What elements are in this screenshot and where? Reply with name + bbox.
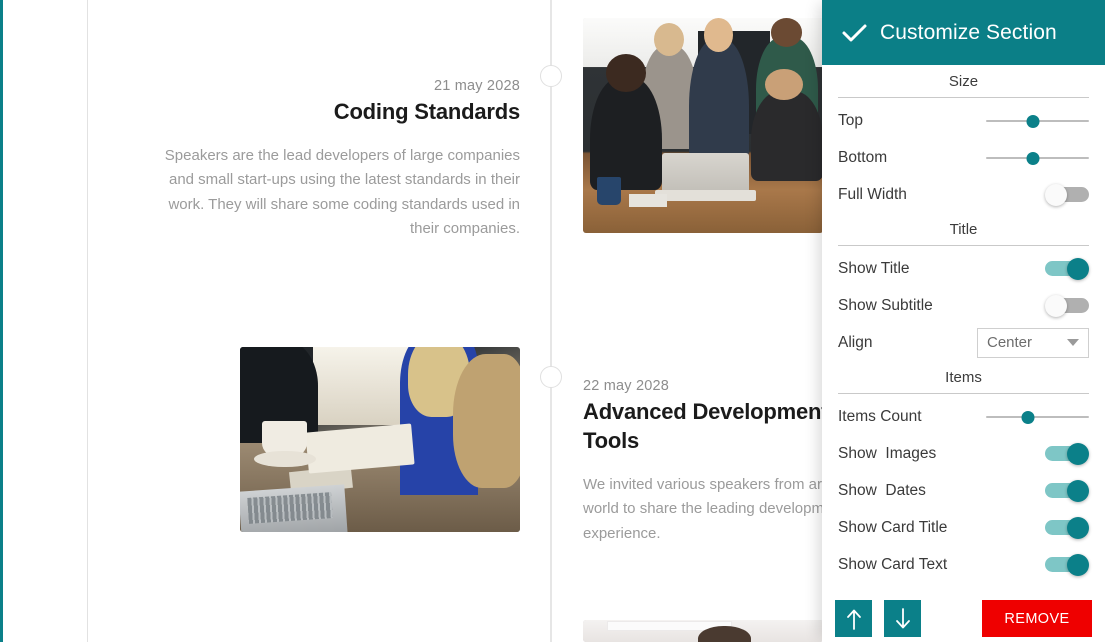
setting-label: Show Dates	[838, 481, 926, 499]
section-label: Size	[948, 73, 979, 90]
app-root: 21 may 2028 Coding Standards Speakers ar…	[0, 0, 1105, 642]
setting-row: Show Card Title	[838, 509, 1089, 546]
align-select-value: Center	[987, 334, 1033, 351]
card-title: Coding Standards	[333, 99, 520, 124]
toggle-knob[interactable]	[1045, 183, 1067, 206]
slider-control[interactable]	[986, 408, 1089, 426]
setting-label: Show Images	[838, 444, 937, 462]
section-label: Items	[945, 369, 982, 386]
setting-label: Top	[838, 111, 863, 129]
slider-thumb[interactable]	[1026, 151, 1040, 165]
setting-label: Show Card Text	[838, 555, 948, 573]
setting-label: Full Width	[838, 185, 907, 203]
business-meeting-photo	[583, 18, 823, 233]
setting-row: Show Images	[838, 435, 1089, 472]
card-date: 21 may 2028	[433, 78, 520, 94]
toggle-knob[interactable]	[1067, 553, 1089, 576]
move-up-button[interactable]	[835, 600, 872, 637]
toggle-knob[interactable]	[1067, 516, 1089, 539]
toggle-switch[interactable]	[1045, 479, 1089, 502]
remove-button[interactable]: REMOVE	[982, 600, 1092, 637]
toggle-switch[interactable]	[1045, 553, 1089, 576]
chevron-down-icon	[1067, 339, 1079, 346]
toggle-switch[interactable]	[1045, 442, 1089, 465]
slider-thumb[interactable]	[1026, 114, 1040, 128]
section-divider	[838, 393, 1089, 394]
setting-label: Show Subtitle	[838, 296, 933, 314]
section-divider	[838, 97, 1089, 98]
check-icon[interactable]	[834, 13, 874, 53]
panel-header: Customize Section	[822, 0, 1105, 65]
setting-row: Items Count	[838, 398, 1089, 435]
setting-label: Items Count	[838, 407, 922, 425]
move-down-button[interactable]	[884, 600, 921, 637]
slider-control[interactable]	[986, 112, 1089, 130]
toggle-switch[interactable]	[1045, 257, 1089, 280]
timeline-marker	[540, 366, 562, 388]
third-item-photo	[583, 620, 823, 642]
toggle-knob[interactable]	[1067, 257, 1089, 280]
toggle-switch[interactable]	[1045, 516, 1089, 539]
desk-workspace-photo	[240, 347, 520, 532]
setting-row: Show Subtitle	[838, 287, 1089, 324]
setting-row: Top	[838, 102, 1089, 139]
timeline-axis	[550, 0, 552, 642]
panel-body: Size Top Bottom Full Width Title Show Title Sh…	[822, 65, 1105, 642]
toggle-knob[interactable]	[1067, 442, 1089, 465]
setting-row: Bottom	[838, 139, 1089, 176]
toggle-knob[interactable]	[1067, 479, 1089, 502]
setting-label: Show Title	[838, 259, 910, 277]
timeline-marker	[540, 65, 562, 87]
slider-track	[986, 415, 1089, 418]
customize-section-panel: Customize Section Size Top Bottom Full Widt…	[822, 0, 1105, 642]
section-divider	[838, 245, 1089, 246]
panel-title: Customize Section	[880, 20, 1057, 44]
align-select[interactable]: Center	[977, 327, 1089, 358]
slider-thumb[interactable]	[1021, 410, 1035, 424]
card-text: Speakers are the lead developers of larg…	[164, 147, 520, 237]
slider-control[interactable]	[986, 149, 1089, 167]
setting-row: Full Width	[838, 176, 1089, 213]
left-accent-strip	[0, 0, 3, 642]
toggle-knob[interactable]	[1045, 294, 1067, 317]
setting-label: Show Card Title	[838, 518, 948, 536]
setting-row: Show Card Text	[838, 546, 1089, 583]
setting-row: Show Dates	[838, 472, 1089, 509]
section-label: Title	[949, 221, 978, 238]
column-divider	[87, 0, 88, 642]
setting-label: Align	[838, 333, 873, 351]
timeline-card[interactable]: 21 may 2028 Coding Standards Speakers ar…	[150, 78, 520, 241]
setting-label: Bottom	[838, 148, 888, 166]
setting-row: Show Title	[838, 250, 1089, 287]
toggle-switch[interactable]	[1045, 294, 1089, 317]
toggle-switch[interactable]	[1045, 183, 1089, 206]
setting-row: Align Center	[838, 324, 1089, 361]
panel-footer: REMOVE	[822, 595, 1105, 642]
